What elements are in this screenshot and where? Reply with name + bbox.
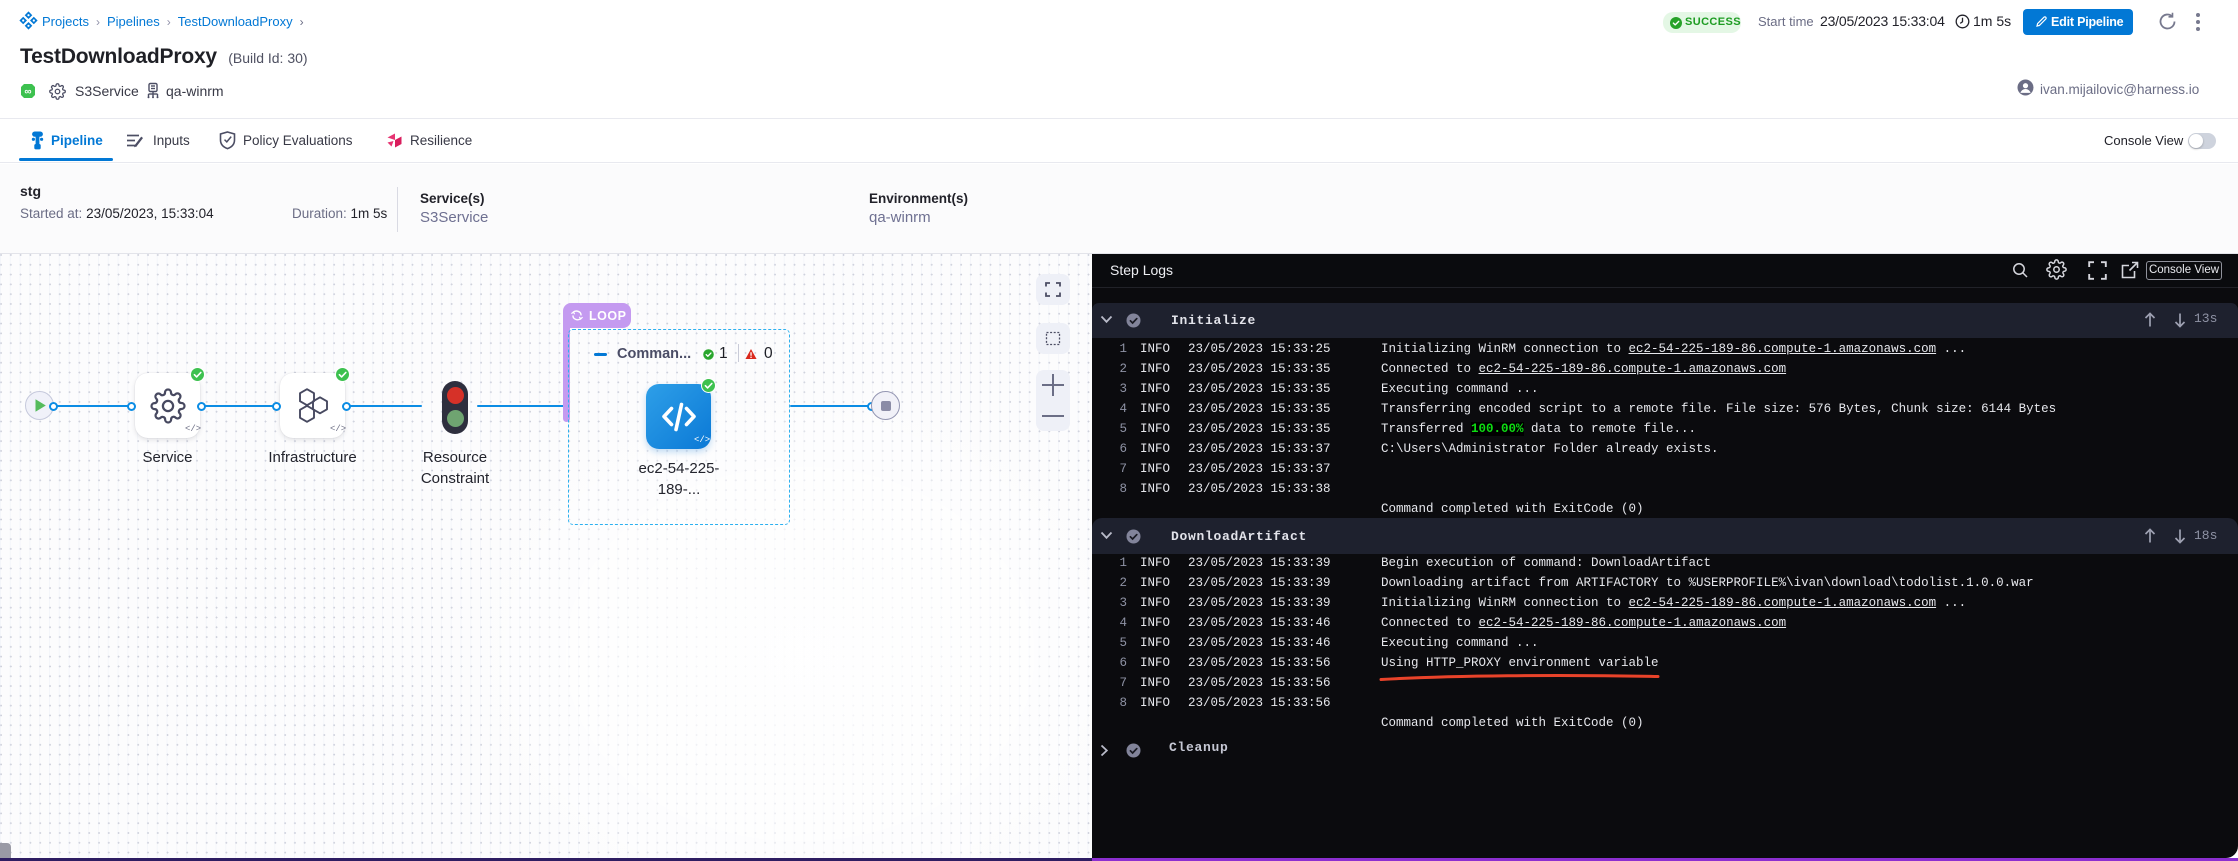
svg-text:∞: ∞ bbox=[24, 87, 31, 98]
